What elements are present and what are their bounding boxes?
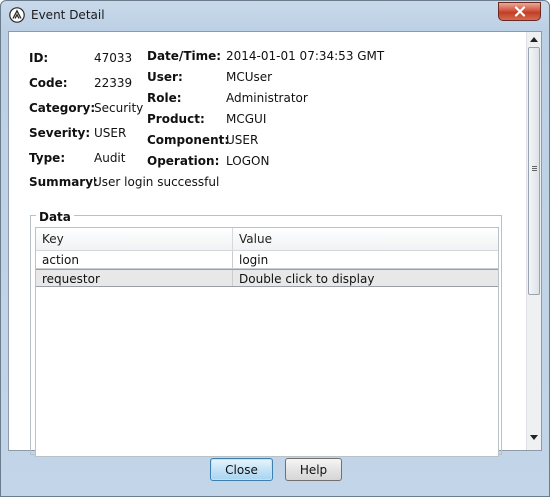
operation-value: LOGON bbox=[226, 154, 270, 168]
window-close-button[interactable] bbox=[498, 2, 541, 21]
close-icon bbox=[514, 6, 525, 17]
type-value: Audit bbox=[94, 151, 126, 165]
data-group-title: Data bbox=[36, 210, 74, 224]
datetime-label: Date/Time: bbox=[147, 49, 222, 63]
code-label: Code: bbox=[29, 76, 68, 90]
row-key-cell: requestor bbox=[42, 272, 100, 286]
table-row[interactable]: action login bbox=[36, 251, 498, 269]
help-button[interactable]: Help bbox=[285, 458, 342, 481]
category-value: Security bbox=[94, 101, 144, 115]
column-divider[interactable] bbox=[232, 228, 233, 250]
role-label: Role: bbox=[147, 91, 182, 105]
code-value: 22339 bbox=[94, 76, 133, 90]
category-label: Category: bbox=[29, 101, 96, 115]
severity-value: USER bbox=[94, 126, 127, 140]
table-row[interactable]: requestor Double click to display bbox=[36, 269, 498, 287]
window-title: Event Detail bbox=[31, 8, 105, 22]
cell-divider bbox=[232, 251, 233, 268]
product-label: Product: bbox=[147, 112, 205, 126]
product-value: MCGUI bbox=[226, 112, 267, 126]
scroll-thumb[interactable] bbox=[528, 47, 540, 295]
title-bar[interactable]: Event Detail bbox=[1, 1, 549, 30]
severity-label: Severity: bbox=[29, 126, 91, 140]
close-button[interactable]: Close bbox=[210, 458, 273, 481]
user-label: User: bbox=[147, 70, 183, 84]
scroll-down-arrow-icon[interactable] bbox=[530, 435, 538, 440]
row-key-cell: action bbox=[42, 253, 79, 267]
datetime-value: 2014-01-01 07:34:53 GMT bbox=[226, 49, 385, 63]
event-detail-dialog: Event Detail ID: 47033 Code: 22339 Categ… bbox=[0, 0, 550, 497]
cell-divider bbox=[232, 270, 233, 286]
table-header: Key Value bbox=[36, 228, 498, 251]
summary-label: Summary: bbox=[29, 175, 98, 189]
id-label: ID: bbox=[29, 51, 49, 65]
scroll-up-arrow-icon[interactable] bbox=[530, 37, 538, 42]
component-label: Component: bbox=[147, 133, 230, 147]
row-value-cell: Double click to display bbox=[239, 272, 375, 286]
details-panel: ID: 47033 Code: 22339 Category: Security… bbox=[8, 31, 542, 457]
component-value: USER bbox=[226, 133, 259, 147]
type-label: Type: bbox=[29, 151, 66, 165]
column-header-value[interactable]: Value bbox=[239, 232, 272, 246]
app-logo-icon bbox=[9, 7, 25, 23]
user-value: MCUser bbox=[226, 70, 273, 84]
id-value: 47033 bbox=[94, 51, 133, 65]
role-value: Administrator bbox=[226, 91, 308, 105]
column-header-key[interactable]: Key bbox=[42, 232, 64, 246]
summary-value: User login successful bbox=[93, 175, 220, 189]
operation-label: Operation: bbox=[147, 154, 220, 168]
data-table[interactable]: Key Value action login requestor Double … bbox=[35, 227, 499, 457]
scroll-grip-icon bbox=[532, 166, 537, 167]
vertical-scrollbar[interactable] bbox=[526, 32, 541, 450]
row-value-cell: login bbox=[239, 253, 269, 267]
